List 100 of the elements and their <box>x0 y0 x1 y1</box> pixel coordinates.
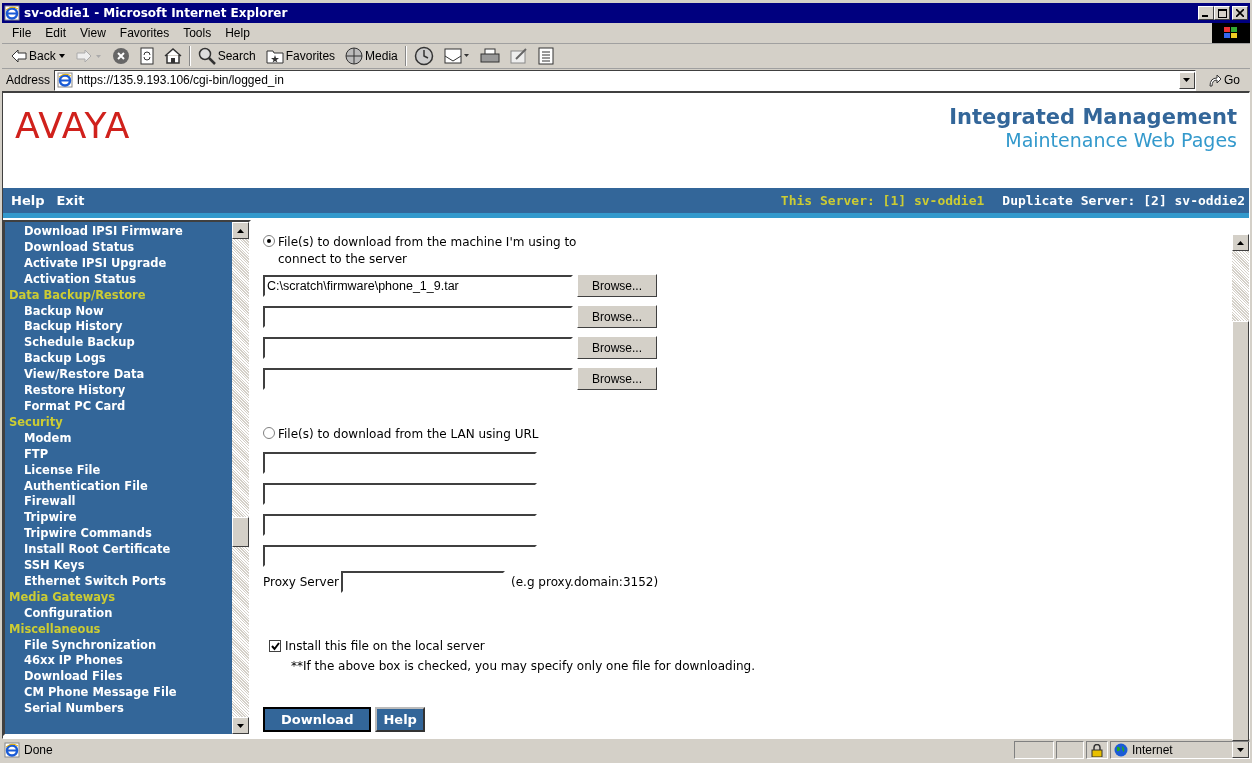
browse-button[interactable]: Browse... <box>577 367 657 390</box>
menu-item[interactable]: Favorites <box>113 24 176 42</box>
back-arrow-icon <box>11 49 27 63</box>
checkbox[interactable] <box>269 640 281 652</box>
mail-icon[interactable] <box>443 47 470 65</box>
section-heading: Miscellaneous <box>9 621 102 638</box>
sidebar-link[interactable]: CM Phone Message File <box>9 685 232 702</box>
sidebar-link[interactable]: Firewall <box>9 494 232 511</box>
site-subtitle: Maintenance Web Pages <box>1005 129 1237 151</box>
section-heading: Security <box>9 414 64 431</box>
status-pane <box>1056 741 1084 759</box>
sidebar-link[interactable]: License File <box>9 462 232 479</box>
proxy-label: Proxy Server <box>263 575 340 589</box>
radio-button[interactable] <box>263 235 275 247</box>
sidebar-link[interactable]: Backup History <box>9 319 232 336</box>
menu-item[interactable]: Help <box>219 24 256 42</box>
caret-icon[interactable] <box>57 54 66 58</box>
menu-item[interactable]: Tools <box>177 24 218 42</box>
sidebar-link[interactable]: 46xx IP Phones <box>9 653 232 670</box>
folder-star-icon <box>265 48 284 64</box>
sidebar-link[interactable]: FTP <box>9 446 232 463</box>
duplicate-server-label: Duplicate Server: [2] sv-oddie2 <box>1002 193 1245 208</box>
search-icon <box>197 47 216 65</box>
file-path-field[interactable]: C:\scratch\firmware\phone_1_9.tar <box>263 274 573 297</box>
stop-icon[interactable] <box>111 47 130 65</box>
globe-icon <box>345 47 364 65</box>
sidebar-link[interactable]: Install Root Certificate <box>9 542 232 559</box>
page-icon <box>57 72 74 88</box>
address-label: Address <box>6 73 51 87</box>
sidebar-link[interactable]: Download Status <box>9 239 232 256</box>
sidebar-link[interactable]: Configuration <box>9 605 232 622</box>
close-button[interactable] <box>1232 6 1248 20</box>
sidebar-link[interactable]: Activation Status <box>9 271 232 288</box>
sidebar-link[interactable]: Tripwire Commands <box>9 526 232 543</box>
document-icon[interactable] <box>537 47 554 65</box>
proxy-hint: (e.g proxy.domain:3152) <box>511 575 659 589</box>
windows-flag-icon <box>1212 23 1250 43</box>
nav-link[interactable]: Help <box>11 193 45 208</box>
close-icon[interactable] <box>1236 9 1244 17</box>
checkbox-label: Install this file on the local server <box>285 639 485 653</box>
sidebar-link[interactable]: Ethernet Switch Ports <box>9 573 232 590</box>
sidebar-link[interactable]: Authentication File <box>9 478 232 495</box>
logo: AVAYA <box>15 105 131 146</box>
ie-logo-icon <box>4 5 20 21</box>
section-heading: Data Backup/Restore <box>9 287 147 304</box>
browse-button[interactable]: Browse... <box>577 336 657 359</box>
sidebar-link[interactable]: Restore History <box>9 383 232 399</box>
browse-button[interactable]: Browse... <box>577 305 657 328</box>
sidebar-link[interactable]: Backup Now <box>9 303 232 320</box>
form-button[interactable]: Download <box>263 707 372 732</box>
radio-label: File(s) to download from the machine I'm using to connect to the server <box>278 234 578 268</box>
scrollbar[interactable] <box>232 222 249 734</box>
globe-icon <box>1114 743 1128 757</box>
nav-link[interactable]: Exit <box>56 193 85 208</box>
menu-item[interactable]: File <box>6 24 38 42</box>
this-server-label: This Server: [1] sv-oddie1 <box>780 193 985 208</box>
page-icon <box>4 742 20 758</box>
toolbar-button[interactable]: Back <box>8 48 69 64</box>
sidebar-link[interactable]: Tripwire <box>9 510 232 527</box>
home-icon[interactable] <box>163 48 182 64</box>
minimize-button[interactable] <box>1198 6 1214 20</box>
sidebar-link[interactable]: Format PC Card <box>9 398 232 415</box>
sidebar-link[interactable]: Download IPSI Firmware <box>9 224 232 240</box>
radio-button[interactable] <box>263 427 275 439</box>
scrollbar[interactable] <box>1232 234 1249 758</box>
down-arrow-icon[interactable] <box>237 723 244 728</box>
toolbar-button[interactable]: Favorites <box>262 47 339 65</box>
scroll-thumb[interactable] <box>1232 321 1249 741</box>
sidebar-link[interactable]: Activate IPSI Upgrade <box>9 255 232 272</box>
history-clock-icon[interactable] <box>413 46 434 66</box>
toolbar-button[interactable]: Media <box>342 46 401 66</box>
menu-item[interactable]: Edit <box>39 24 73 42</box>
down-arrow-icon[interactable] <box>1237 747 1244 752</box>
section-heading: Media Gateways <box>9 589 117 606</box>
printer-icon[interactable] <box>479 48 500 64</box>
note-text: **If the above box is checked, you may specify only one file for downloading. <box>291 659 756 673</box>
sidebar-link[interactable]: View/Restore Data <box>9 367 232 384</box>
site-title: Integrated Management <box>949 105 1237 129</box>
curved-arrow-icon[interactable] <box>1208 73 1222 87</box>
status-pane <box>1014 741 1054 759</box>
menu-item[interactable]: View <box>74 24 112 42</box>
refresh-icon[interactable] <box>139 47 154 65</box>
sidebar-link[interactable]: Serial Numbers <box>9 701 232 718</box>
go-button[interactable]: Go <box>1200 73 1248 87</box>
browse-button[interactable]: Browse... <box>577 274 657 297</box>
window-title: sv-oddie1 - Microsoft Internet Explorer <box>24 6 289 20</box>
sidebar-link[interactable]: Backup Logs <box>9 351 232 368</box>
up-arrow-icon[interactable] <box>237 228 244 233</box>
edit-page-icon[interactable] <box>509 48 528 64</box>
sidebar-link[interactable]: Modem <box>9 430 232 447</box>
down-arrow-icon[interactable] <box>1183 78 1191 82</box>
form-button[interactable]: Help <box>375 707 425 732</box>
toolbar-button[interactable]: Search <box>194 46 259 66</box>
sidebar-link[interactable]: SSH Keys <box>9 558 232 574</box>
sidebar-link[interactable]: Schedule Backup <box>9 335 232 352</box>
scroll-thumb[interactable] <box>232 517 249 547</box>
address-field[interactable]: https://135.9.193.106/cgi-bin/logged_in <box>54 69 1196 91</box>
up-arrow-icon[interactable] <box>1237 240 1244 245</box>
sidebar-link[interactable]: Download Files <box>9 669 232 686</box>
sidebar-link[interactable]: File Synchronization <box>9 637 232 654</box>
